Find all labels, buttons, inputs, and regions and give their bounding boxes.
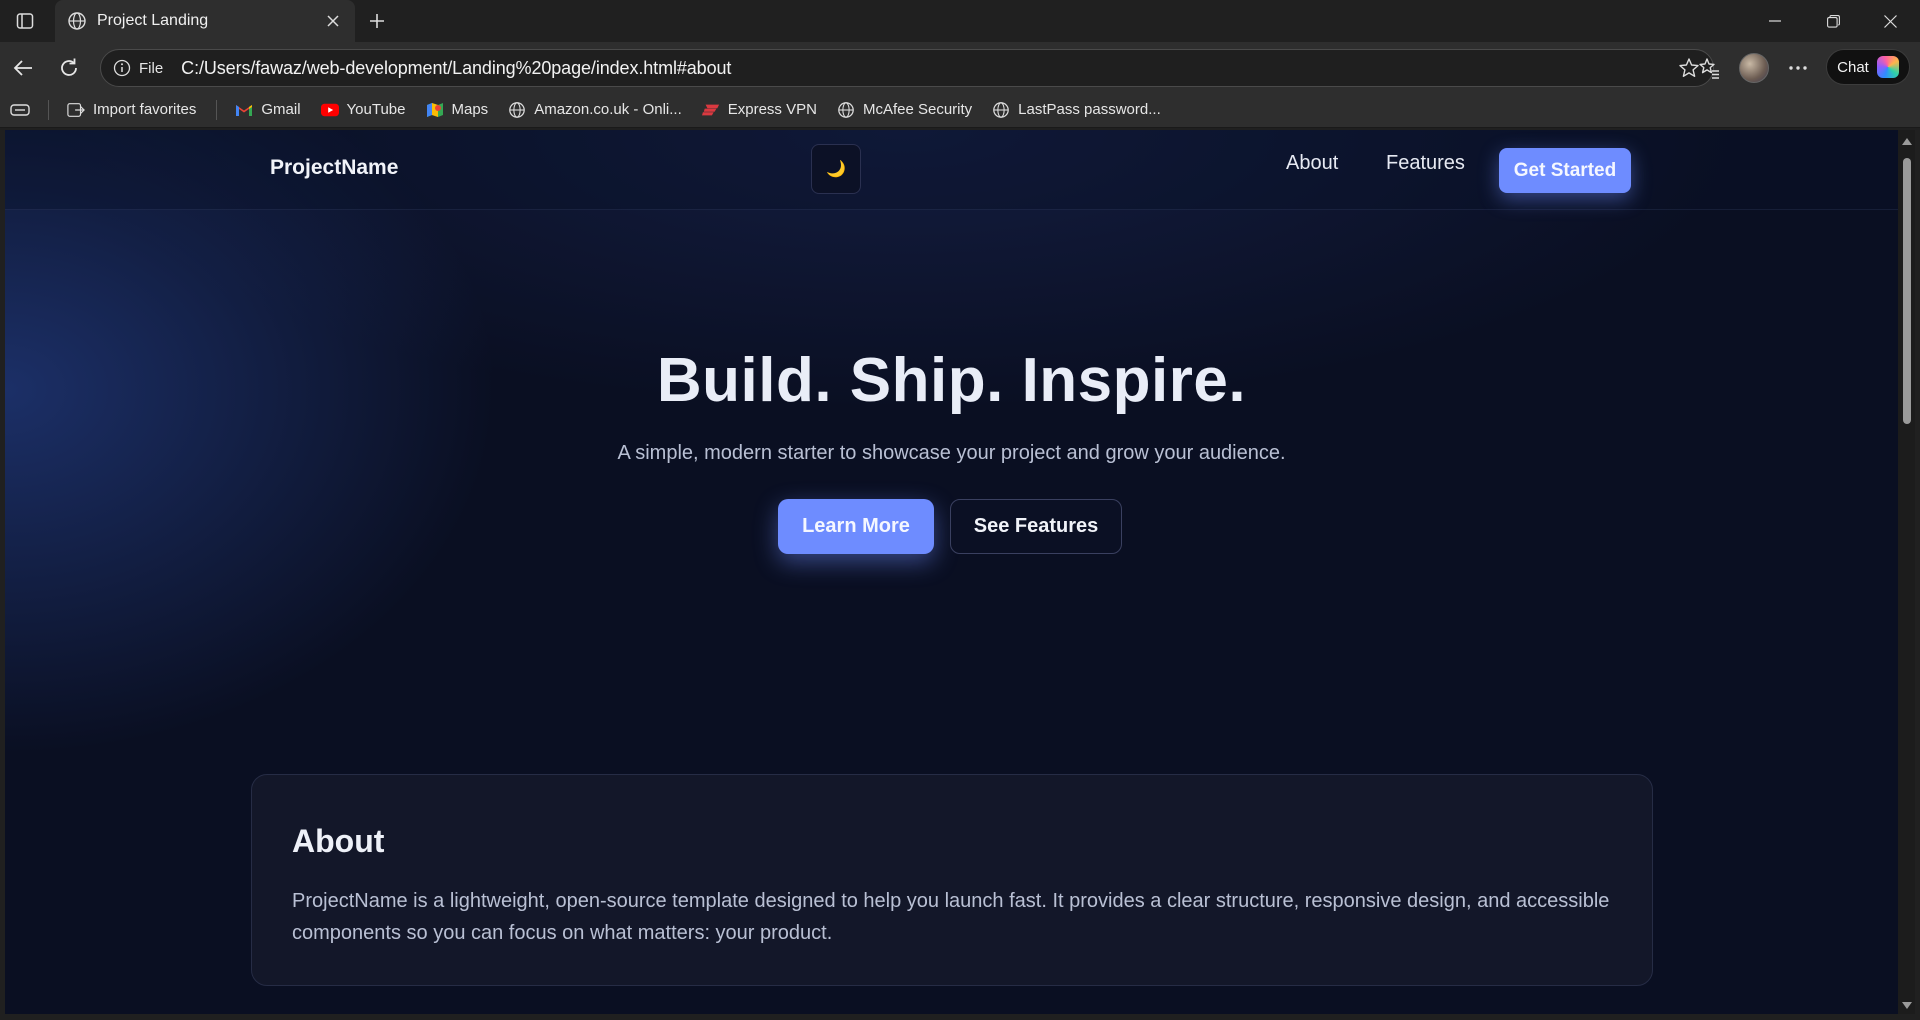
minimize-button[interactable]	[1747, 0, 1803, 42]
reload-button[interactable]	[52, 51, 86, 85]
bookmark-lastpass[interactable]: LastPass password...	[992, 101, 1161, 119]
bookmark-label: YouTube	[346, 101, 406, 118]
globe-icon	[508, 101, 526, 119]
tab-strip: Project Landing	[0, 0, 1920, 42]
about-section: About ProjectName is a lightweight, open…	[251, 774, 1653, 986]
page-viewport: ProjectName 🌙 About Features Get Started…	[5, 130, 1898, 1014]
bookmark-label: McAfee Security	[862, 101, 973, 118]
bookmark-label: Express VPN	[727, 101, 817, 118]
tab-title: Project Landing	[97, 12, 209, 29]
bookmarks-menu-icon[interactable]	[10, 102, 30, 118]
url-scheme-label: File	[139, 59, 164, 77]
copilot-icon	[1876, 56, 1899, 78]
nav-link-features[interactable]: Features	[1386, 152, 1465, 175]
theme-toggle-button[interactable]: 🌙	[811, 144, 861, 194]
page-scrollbar[interactable]	[1898, 130, 1915, 1014]
bookmarks-bar: Import favorites Gmail YouTube Maps Amaz…	[0, 92, 1920, 128]
bookmarks-divider	[216, 99, 218, 120]
back-button[interactable]	[6, 51, 40, 85]
more-options-icon[interactable]	[1781, 51, 1815, 85]
hero-subtitle: A simple, modern starter to showcase you…	[617, 442, 1286, 464]
site-header: ProjectName 🌙 About Features Get Started	[5, 130, 1898, 210]
globe-icon	[67, 11, 87, 31]
site-brand[interactable]: ProjectName	[270, 156, 398, 180]
bookmarks-divider	[48, 99, 49, 120]
close-tab-icon[interactable]	[323, 11, 343, 31]
bookmark-label: LastPass password...	[1018, 101, 1161, 118]
bookmark-label: Amazon.co.uk - Onli...	[534, 101, 682, 118]
restore-button[interactable]	[1805, 0, 1861, 42]
bookmark-label: Gmail	[261, 101, 301, 118]
see-features-button[interactable]: See Features	[950, 499, 1122, 554]
new-tab-button[interactable]	[362, 6, 392, 36]
hero-title: Build. Ship. Inspire.	[656, 346, 1247, 415]
maps-icon	[426, 101, 444, 119]
youtube-icon	[320, 101, 339, 119]
bookmark-import-favorites[interactable]: Import favorites	[67, 101, 196, 119]
scroll-down-icon[interactable]	[1901, 1000, 1912, 1010]
get-started-button[interactable]: Get Started	[1499, 148, 1631, 193]
bookmark-label: Import favorites	[93, 101, 197, 118]
bookmark-maps[interactable]: Maps	[426, 101, 489, 119]
gmail-icon	[235, 101, 253, 119]
info-icon[interactable]	[113, 59, 131, 77]
favorites-icon[interactable]	[1692, 51, 1726, 85]
copilot-chat-button[interactable]: Chat	[1826, 49, 1910, 85]
globe-icon	[992, 101, 1010, 119]
about-body: ProjectName is a lightweight, open-sourc…	[292, 890, 1610, 944]
scroll-up-icon[interactable]	[1901, 136, 1912, 146]
profile-avatar[interactable]	[1739, 53, 1769, 83]
learn-more-button[interactable]: Learn More	[778, 499, 934, 554]
chat-label: Chat	[1837, 58, 1869, 76]
expressvpn-icon	[701, 101, 720, 119]
bookmark-label: Maps	[451, 101, 489, 118]
globe-icon	[837, 101, 855, 119]
tab-actions-icon[interactable]	[10, 8, 40, 34]
scrollbar-thumb[interactable]	[1903, 158, 1911, 424]
bookmark-youtube[interactable]: YouTube	[320, 101, 406, 119]
active-tab[interactable]: Project Landing	[55, 0, 355, 42]
close-window-button[interactable]	[1862, 0, 1918, 42]
address-toolbar: File C:/Users/fawaz/web-development/Land…	[0, 42, 1920, 92]
address-bar[interactable]: File C:/Users/fawaz/web-development/Land…	[100, 49, 1714, 87]
nav-link-about[interactable]: About	[1286, 152, 1338, 175]
about-heading: About	[292, 823, 385, 859]
url-text[interactable]: C:/Users/fawaz/web-development/Landing%2…	[181, 58, 1677, 79]
bookmark-gmail[interactable]: Gmail	[235, 101, 301, 119]
bookmark-amazon[interactable]: Amazon.co.uk - Onli...	[508, 101, 682, 119]
moon-icon: 🌙	[826, 161, 846, 178]
bookmark-mcafee[interactable]: McAfee Security	[837, 101, 972, 119]
bookmark-expressvpn[interactable]: Express VPN	[701, 101, 817, 119]
import-icon	[67, 101, 85, 119]
